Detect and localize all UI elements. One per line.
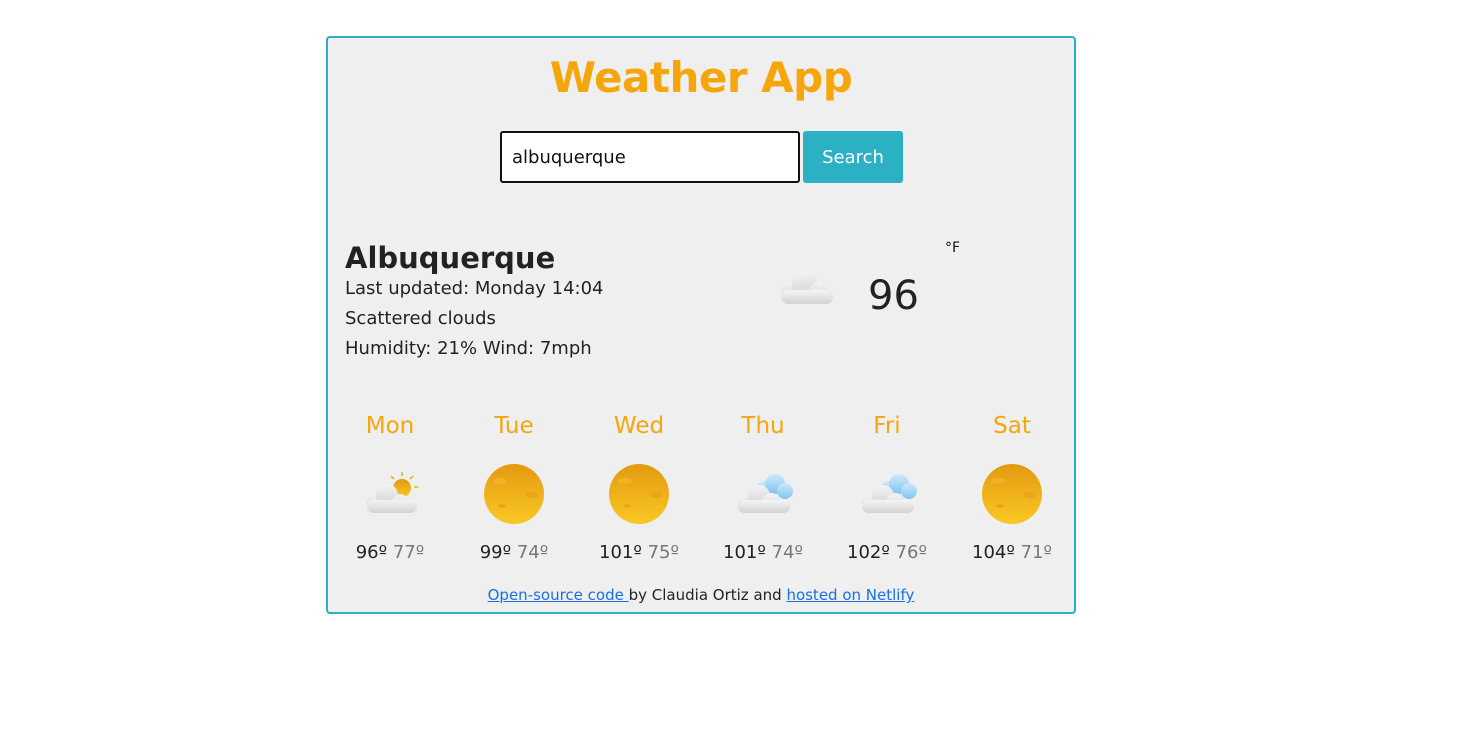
forecast-temps: 99º 74º bbox=[452, 538, 576, 568]
forecast-high: 101º bbox=[723, 542, 766, 563]
sun-icon bbox=[609, 464, 669, 524]
app-title: Weather App bbox=[549, 53, 853, 102]
city-search-input[interactable] bbox=[500, 131, 800, 183]
open-source-link[interactable]: Open-source code bbox=[488, 586, 629, 604]
forecast-temps: 96º 77º bbox=[328, 538, 452, 568]
forecast-day-name: Mon bbox=[365, 413, 415, 439]
scattered-clouds-icon bbox=[781, 271, 833, 304]
forecast-day: Wed 101º 75º bbox=[577, 408, 701, 568]
forecast-temps: 101º 75º bbox=[577, 538, 701, 568]
footer: Open-source code by Claudia Ortiz and ho… bbox=[328, 584, 1074, 606]
forecast-high: 104º bbox=[972, 542, 1015, 563]
forecast-day: Tue 99º 74º bbox=[452, 408, 576, 568]
forecast-day: Thu 101º 74º bbox=[701, 408, 825, 568]
current-temperature: 96 bbox=[868, 273, 919, 319]
forecast-day-name: Thu bbox=[741, 413, 785, 439]
partly-sunny-icon bbox=[367, 472, 418, 513]
forecast-day: Sat 104º 71º bbox=[950, 408, 1074, 568]
forecast-day-name: Fri bbox=[873, 413, 901, 439]
forecast-low: 75º bbox=[647, 542, 679, 563]
clouds-icon bbox=[862, 474, 917, 513]
forecast: Mon 96º 77º Tue 99º 74º Wed 101º 75º Thu… bbox=[328, 408, 1074, 578]
forecast-low: 71º bbox=[1020, 542, 1052, 563]
sun-icon bbox=[982, 464, 1042, 524]
forecast-low: 74º bbox=[516, 542, 549, 563]
weather-description: Scattered clouds bbox=[345, 308, 496, 329]
footer-credit: by Claudia Ortiz and bbox=[628, 586, 787, 604]
forecast-day-name: Wed bbox=[613, 413, 665, 439]
forecast-low: 74º bbox=[771, 542, 803, 563]
city-name: Albuquerque bbox=[345, 241, 556, 275]
last-updated: Last updated: Monday 14:04 bbox=[345, 278, 604, 299]
forecast-day-name: Tue bbox=[494, 413, 534, 439]
sun-icon bbox=[484, 464, 544, 524]
humidity-wind: Humidity: 21% Wind: 7mph bbox=[345, 338, 592, 359]
forecast-temps: 104º 71º bbox=[950, 538, 1074, 568]
weather-card: Weather App Search Albuquerque Last upda… bbox=[326, 36, 1076, 614]
forecast-temps: 102º 76º bbox=[825, 538, 949, 568]
forecast-day-name: Sat bbox=[993, 413, 1031, 439]
clouds-icon bbox=[738, 474, 793, 513]
forecast-day: Fri 102º 76º bbox=[825, 408, 949, 568]
forecast-low: 76º bbox=[895, 542, 927, 563]
forecast-temps: 101º 74º bbox=[701, 538, 825, 568]
current-details: Last updated: Monday 14:04 Scattered clo… bbox=[345, 274, 604, 364]
search-button[interactable]: Search bbox=[803, 131, 903, 183]
netlify-link[interactable]: hosted on Netlify bbox=[786, 586, 914, 604]
forecast-day: Mon 96º 77º bbox=[328, 408, 452, 568]
forecast-high: 101º bbox=[599, 542, 642, 563]
forecast-low: 77º bbox=[392, 542, 425, 563]
temperature-unit[interactable]: °F bbox=[945, 240, 960, 256]
forecast-high: 102º bbox=[847, 542, 890, 563]
forecast-high: 96º bbox=[355, 542, 388, 563]
forecast-high: 99º bbox=[479, 542, 512, 563]
